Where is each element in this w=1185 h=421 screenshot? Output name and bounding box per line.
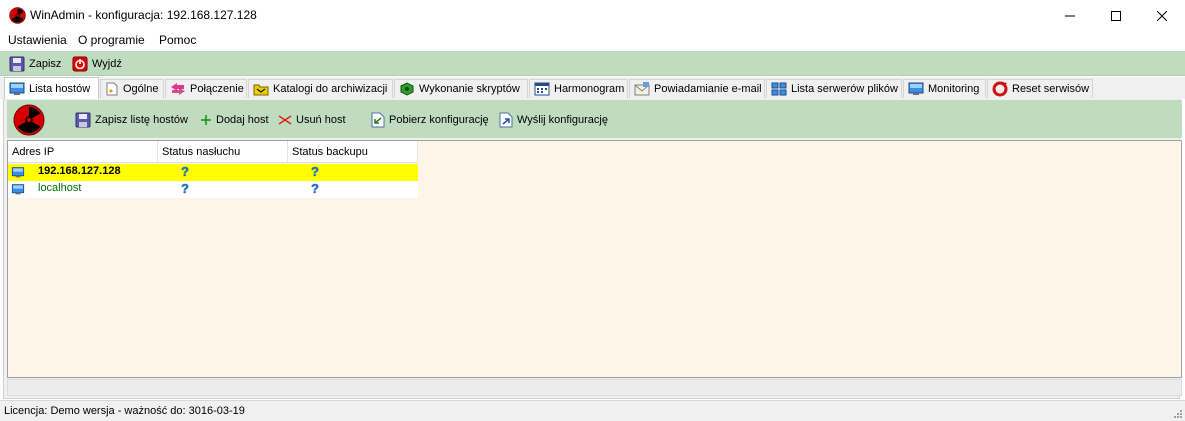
fetch-config-button[interactable]: Pobierz konfigurację xyxy=(371,111,489,128)
grid-header: Adres IP Status nasłuchu Status backupu xyxy=(8,141,418,163)
plus-icon xyxy=(201,114,211,125)
minimize-icon xyxy=(1065,15,1075,16)
tab-reset-serwisow[interactable]: Reset serwisów xyxy=(987,79,1093,98)
maximize-button[interactable] xyxy=(1093,0,1139,31)
remove-host-button[interactable]: Usuń host xyxy=(278,111,346,128)
tab-label: Ogólne xyxy=(123,83,159,95)
listen-status-icon: ? xyxy=(181,181,189,196)
backup-status-icon: ? xyxy=(311,181,319,196)
close-button[interactable] xyxy=(1139,0,1185,31)
servers-icon xyxy=(771,82,787,96)
floppy-disk-icon xyxy=(9,56,25,72)
monitor-icon xyxy=(10,166,26,179)
menu-ustawienia[interactable]: Ustawienia xyxy=(8,33,67,47)
tab-monitoring[interactable]: Monitoring xyxy=(903,79,986,98)
tab-label: Lista hostów xyxy=(29,82,91,95)
reset-icon xyxy=(992,81,1008,97)
folders-icon xyxy=(253,84,269,96)
power-icon xyxy=(72,56,88,71)
tab-ogolne[interactable]: Ogólne xyxy=(100,79,164,98)
minimize-button[interactable] xyxy=(1047,0,1093,31)
add-host-label: Dodaj host xyxy=(216,113,269,126)
tab-powiadamianie-email[interactable]: Powiadamianie e-mail xyxy=(629,79,765,98)
maximize-icon xyxy=(1111,10,1121,21)
connection-arrows-icon xyxy=(171,83,185,95)
tab-label: Lista serwerów plików xyxy=(791,83,898,95)
exit-label: Wyjdź xyxy=(92,57,122,70)
calendar-icon xyxy=(534,82,550,96)
radiation-icon xyxy=(13,104,45,136)
document-icon xyxy=(106,82,118,96)
send-config-button[interactable]: Wyślij konfigurację xyxy=(499,111,608,128)
horizontal-scrollbar[interactable] xyxy=(7,379,1182,396)
add-host-button[interactable]: Dodaj host xyxy=(200,111,269,128)
host-ip: 192.168.127.128 xyxy=(38,165,121,177)
tab-label: Katalogi do archiwizacji xyxy=(273,83,388,95)
tab-harmonogram[interactable]: Harmonogram xyxy=(529,79,628,98)
main-toolbar: Zapisz Wyjdź xyxy=(0,51,1185,76)
download-document-icon xyxy=(371,112,385,127)
upload-document-icon xyxy=(499,112,513,127)
tab-label: Wykonanie skryptów xyxy=(419,83,520,95)
tab-polaczenie[interactable]: Połączenie xyxy=(165,79,247,98)
monitor-icon xyxy=(9,81,25,97)
column-header-listen-status[interactable]: Status nasłuchu xyxy=(158,141,288,163)
menu-o-programie[interactable]: O programie xyxy=(78,33,145,47)
menu-bar: Ustawienia O programie Pomoc xyxy=(0,31,1185,50)
table-row[interactable]: localhost ? ? xyxy=(8,181,418,198)
remove-host-label: Usuń host xyxy=(296,113,346,126)
tab-lista-hostow[interactable]: Lista hostów xyxy=(4,77,99,99)
status-bar: Licencja: Demo wersja - ważność do: 3016… xyxy=(0,400,1185,421)
tab-label: Połączenie xyxy=(190,83,244,95)
tab-label: Monitoring xyxy=(928,83,980,95)
send-config-label: Wyślij konfigurację xyxy=(517,113,608,126)
window-title: WinAdmin - konfiguracja: 192.168.127.128 xyxy=(30,8,257,22)
listen-status-icon: ? xyxy=(181,164,189,179)
hosts-toolbar: Zapisz listę hostów Dodaj host Usuń host… xyxy=(7,100,1182,138)
tab-label: Reset serwisów xyxy=(1012,83,1090,95)
resize-grip-icon[interactable] xyxy=(1173,409,1183,419)
monitor-icon xyxy=(10,183,26,196)
radiation-icon xyxy=(9,7,26,24)
tab-label: Harmonogram xyxy=(554,83,625,95)
fetch-config-label: Pobierz konfigurację xyxy=(389,113,489,126)
gear-box-icon xyxy=(400,82,414,96)
save-host-list-label: Zapisz listę hostów xyxy=(95,113,188,126)
cross-icon xyxy=(278,114,292,125)
tab-wykonanie-skryptow[interactable]: Wykonanie skryptów xyxy=(394,79,528,98)
envelope-icon xyxy=(634,82,650,96)
hosts-panel: Zapisz listę hostów Dodaj host Usuń host… xyxy=(3,99,1182,399)
save-label: Zapisz xyxy=(29,57,62,70)
tab-label: Powiadamianie e-mail xyxy=(654,83,762,95)
backup-status-icon: ? xyxy=(311,164,319,179)
column-header-backup-status[interactable]: Status backupu xyxy=(288,141,418,163)
save-button[interactable]: Zapisz xyxy=(9,55,61,72)
floppy-disk-icon xyxy=(75,112,91,128)
menu-pomoc[interactable]: Pomoc xyxy=(159,33,196,47)
license-status: Licencja: Demo wersja - ważność do: 3016… xyxy=(4,405,245,417)
close-icon xyxy=(1157,10,1167,21)
monitor-icon xyxy=(908,81,924,97)
tab-lista-serwerow[interactable]: Lista serwerów plików xyxy=(766,79,902,98)
title-bar: WinAdmin - konfiguracja: 192.168.127.128 xyxy=(0,0,1185,31)
hosts-grid: Adres IP Status nasłuchu Status backupu … xyxy=(7,140,1182,378)
host-ip: localhost xyxy=(38,182,82,194)
tab-katalogi[interactable]: Katalogi do archiwizacji xyxy=(248,79,393,98)
table-row[interactable]: 192.168.127.128 ? ? xyxy=(8,164,418,181)
column-header-ip[interactable]: Adres IP xyxy=(8,141,158,163)
save-host-list-button[interactable]: Zapisz listę hostów xyxy=(75,111,188,128)
tab-strip: Lista hostów Ogólne Połączenie Katalogi … xyxy=(0,77,1185,99)
exit-button[interactable]: Wyjdź xyxy=(72,55,122,72)
